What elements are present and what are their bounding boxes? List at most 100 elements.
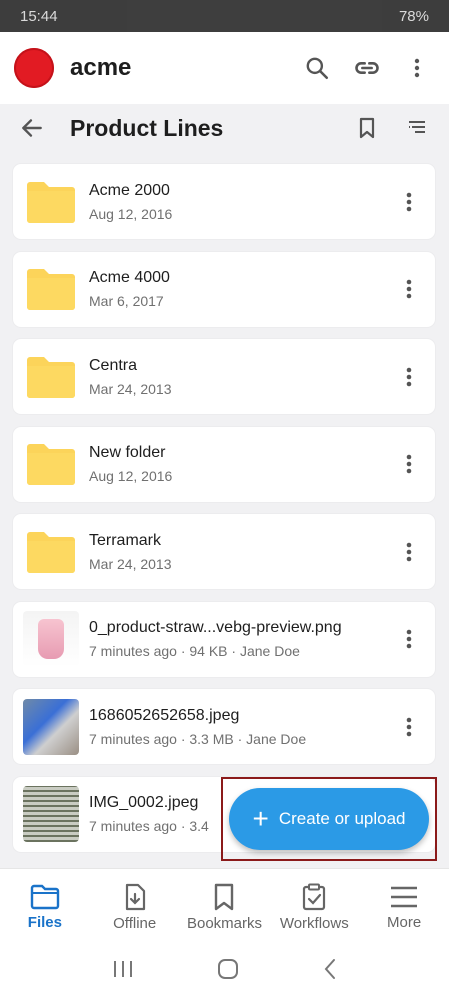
plus-icon: + — [252, 803, 269, 834]
status-battery: 78% — [398, 7, 429, 25]
fab-label: Create or upload — [278, 809, 406, 828]
home-button[interactable] — [217, 958, 239, 985]
bottom-nav: Files Offline Bookmarks Workflows More — [0, 868, 449, 945]
app-bar: acme — [0, 32, 449, 104]
hamburger-menu-icon — [391, 886, 418, 907]
sort-list-icon — [409, 121, 425, 133]
list-item[interactable]: Centra Mar 24, 2013 — [13, 339, 435, 414]
overflow-menu-icon — [406, 629, 412, 649]
list-item[interactable]: Terramark Mar 24, 2013 — [13, 514, 435, 589]
folder-icon — [23, 174, 79, 230]
item-name: Terramark — [89, 531, 162, 549]
list-item[interactable]: Acme 4000 Mar 6, 2017 — [13, 251, 435, 327]
item-more-button[interactable] — [397, 619, 421, 659]
share-link-button[interactable] — [349, 50, 385, 86]
back-button[interactable] — [14, 110, 50, 146]
nav-files[interactable]: Files — [0, 869, 90, 945]
home-icon — [218, 959, 239, 979]
list-item[interactable]: New folder Aug 12, 2016 — [13, 426, 435, 502]
status-time: 15:44 — [20, 7, 58, 25]
item-meta: 1686052652658.jpeg 7 minutes ago · 3.3 M… — [89, 707, 397, 747]
nav-bookmarks-label: Bookmarks — [186, 914, 262, 932]
chevron-left-icon — [324, 959, 336, 979]
item-more-button[interactable] — [397, 707, 421, 747]
search-icon — [306, 57, 329, 80]
item-name: Centra — [89, 356, 138, 374]
item-meta: New folder Aug 12, 2016 — [89, 444, 397, 484]
recent-apps-icon — [113, 961, 132, 977]
list-item[interactable]: Acme 2000 Aug 12, 2016 — [13, 164, 435, 239]
overflow-menu-icon — [406, 192, 412, 211]
list-item[interactable]: 0_product-straw...vebg-preview.png 7 min… — [13, 601, 435, 677]
item-detail: Mar 24, 2013 — [89, 555, 172, 572]
item-name: 0_product-straw...vebg-preview.png — [89, 619, 342, 636]
bookmark-icon — [215, 883, 234, 910]
image-thumbnail — [23, 786, 79, 842]
item-meta: Acme 4000 Mar 6, 2017 — [89, 269, 397, 309]
item-more-button[interactable] — [397, 269, 421, 309]
search-button[interactable] — [299, 50, 335, 86]
item-name: Acme 2000 — [89, 181, 170, 199]
overflow-menu-icon — [406, 717, 412, 736]
item-name: New folder — [89, 444, 166, 461]
nav-offline[interactable]: Offline — [90, 869, 180, 945]
create-or-upload-button[interactable]: + Create or upload — [229, 788, 429, 850]
folder-icon — [23, 349, 79, 405]
item-detail: Mar 24, 2013 — [89, 380, 172, 397]
overflow-menu-button[interactable] — [399, 50, 435, 86]
bookmark-icon — [359, 117, 375, 139]
clipboard-check-icon — [303, 883, 326, 910]
list-item[interactable]: 1686052652658.jpeg 7 minutes ago · 3.3 M… — [13, 689, 435, 764]
overflow-menu-icon — [406, 367, 412, 386]
nav-files-label: Files — [27, 913, 62, 931]
download-file-icon — [125, 883, 145, 910]
item-meta: Acme 2000 Aug 12, 2016 — [89, 182, 397, 222]
item-meta: Centra Mar 24, 2013 — [89, 357, 397, 397]
status-bar: 15:44 78% — [0, 0, 449, 32]
link-icon — [355, 62, 379, 74]
nav-more[interactable]: More — [359, 869, 449, 945]
back-arrow-icon — [22, 119, 42, 137]
brand-logo — [14, 48, 54, 88]
nav-workflows-label: Workflows — [279, 914, 349, 932]
overflow-menu-icon — [406, 542, 412, 561]
folder-icon — [23, 436, 79, 492]
item-more-button[interactable] — [397, 532, 421, 572]
item-more-button[interactable] — [397, 357, 421, 397]
image-thumbnail-shake — [23, 611, 79, 667]
nav-workflows[interactable]: Workflows — [269, 869, 359, 945]
folder-icon — [23, 524, 79, 580]
item-more-button[interactable] — [397, 182, 421, 222]
folder-icon — [23, 261, 79, 317]
item-detail: 7 minutes ago · 3.3 MB · Jane Doe — [89, 730, 307, 747]
recent-apps-button[interactable] — [112, 959, 134, 984]
overflow-menu-icon — [406, 279, 412, 299]
image-thumbnail-photo — [23, 698, 79, 755]
nav-more-label: More — [386, 913, 422, 931]
item-detail: Aug 12, 2016 — [89, 205, 173, 222]
nav-offline-label: Offline — [113, 914, 157, 932]
title-bar: Product Lines — [0, 104, 449, 152]
file-list: Acme 2000 Aug 12, 2016 Acme 4000 Mar 6, … — [13, 164, 435, 864]
item-detail: Aug 12, 2016 — [89, 468, 173, 484]
overflow-menu-icon — [414, 58, 420, 78]
item-detail: 7 minutes ago · 94 KB · Jane Doe — [89, 643, 300, 659]
image-thumbnail-blinds — [23, 786, 79, 842]
item-meta: 0_product-straw...vebg-preview.png 7 min… — [89, 619, 397, 659]
folder-outline-icon — [30, 884, 60, 909]
sort-button[interactable] — [399, 110, 435, 146]
page-title: Product Lines — [70, 114, 224, 141]
brand-name: acme — [70, 54, 132, 81]
image-thumbnail — [23, 611, 79, 667]
back-nav-button[interactable] — [323, 958, 337, 985]
nav-bookmarks[interactable]: Bookmarks — [180, 869, 270, 945]
system-nav-bar — [0, 944, 449, 999]
image-thumbnail — [23, 698, 79, 755]
item-meta: Terramark Mar 24, 2013 — [89, 532, 397, 572]
overflow-menu-icon — [406, 454, 412, 474]
item-name: Acme 4000 — [89, 269, 170, 286]
item-name: 1686052652658.jpeg — [89, 706, 240, 724]
item-detail: Mar 6, 2017 — [89, 293, 164, 309]
item-more-button[interactable] — [397, 444, 421, 484]
bookmark-button[interactable] — [349, 110, 385, 146]
